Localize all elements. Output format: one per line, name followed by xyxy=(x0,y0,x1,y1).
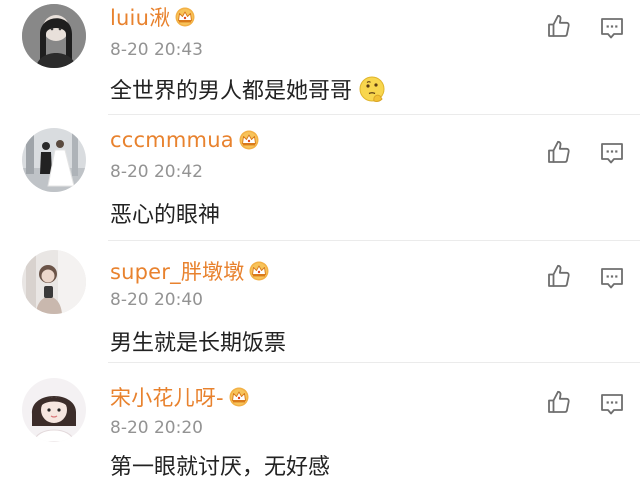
thumbs-up-icon[interactable] xyxy=(545,388,573,416)
vip-crown-icon xyxy=(228,387,250,407)
comment-text: 男生就是长期饭票 xyxy=(110,324,286,358)
thumbs-up-icon[interactable] xyxy=(545,12,573,40)
comment-text: 全世界的男人都是她哥哥 xyxy=(110,72,386,106)
comment-item: cccmmmua 8-20 20:42 恶心的眼神 xyxy=(0,118,640,240)
comment-text: 第一眼就讨厌，无好感 xyxy=(110,450,330,479)
avatar[interactable] xyxy=(22,4,86,68)
username[interactable]: cccmmmua xyxy=(110,128,234,152)
username[interactable]: super_胖墩墩 xyxy=(110,256,244,286)
comment-item: luiu湫 8-20 20:43 全世界的男人都是她哥哥 xyxy=(0,0,640,116)
comment-text-content: 全世界的男人都是她哥哥 xyxy=(110,79,353,104)
timestamp: 8-20 20:40 xyxy=(110,290,203,310)
thumbs-up-icon[interactable] xyxy=(545,262,573,290)
comment-text-content: 第一眼就讨厌，无好感 xyxy=(110,455,331,479)
avatar[interactable] xyxy=(22,378,86,442)
timestamp: 8-20 20:20 xyxy=(110,418,203,438)
divider xyxy=(108,240,640,241)
avatar[interactable] xyxy=(22,128,86,192)
timestamp: 8-20 20:43 xyxy=(110,40,203,60)
username[interactable]: luiu湫 xyxy=(110,2,170,32)
comment-reply-icon[interactable] xyxy=(599,15,625,41)
divider xyxy=(108,362,640,363)
comment-text-content: 恶心的眼神 xyxy=(110,203,221,228)
timestamp: 8-20 20:42 xyxy=(110,162,203,182)
thumbs-up-icon[interactable] xyxy=(545,138,573,166)
comment-text: 恶心的眼神 xyxy=(110,196,220,230)
comment-text-content: 男生就是长期饭票 xyxy=(110,331,287,356)
vip-crown-icon xyxy=(238,130,260,150)
username[interactable]: 宋小花儿呀- xyxy=(110,382,224,412)
vip-crown-icon xyxy=(248,261,270,281)
comment-reply-icon[interactable] xyxy=(599,140,625,166)
comment-feed: luiu湫 8-20 20:43 全世界的男人都是她哥哥 cccmmmua 8-… xyxy=(0,0,640,479)
comment-item: 宋小花儿呀- 8-20 20:20 第一眼就讨厌，无好感 xyxy=(0,366,640,479)
comment-reply-icon[interactable] xyxy=(599,391,625,417)
comment-reply-icon[interactable] xyxy=(599,265,625,291)
divider xyxy=(108,114,640,115)
avatar[interactable] xyxy=(22,250,86,314)
comment-item: super_胖墩墩 8-20 20:40 男生就是长期饭票 xyxy=(0,244,640,362)
thinking-face-icon xyxy=(359,76,385,102)
vip-crown-icon xyxy=(174,7,196,27)
